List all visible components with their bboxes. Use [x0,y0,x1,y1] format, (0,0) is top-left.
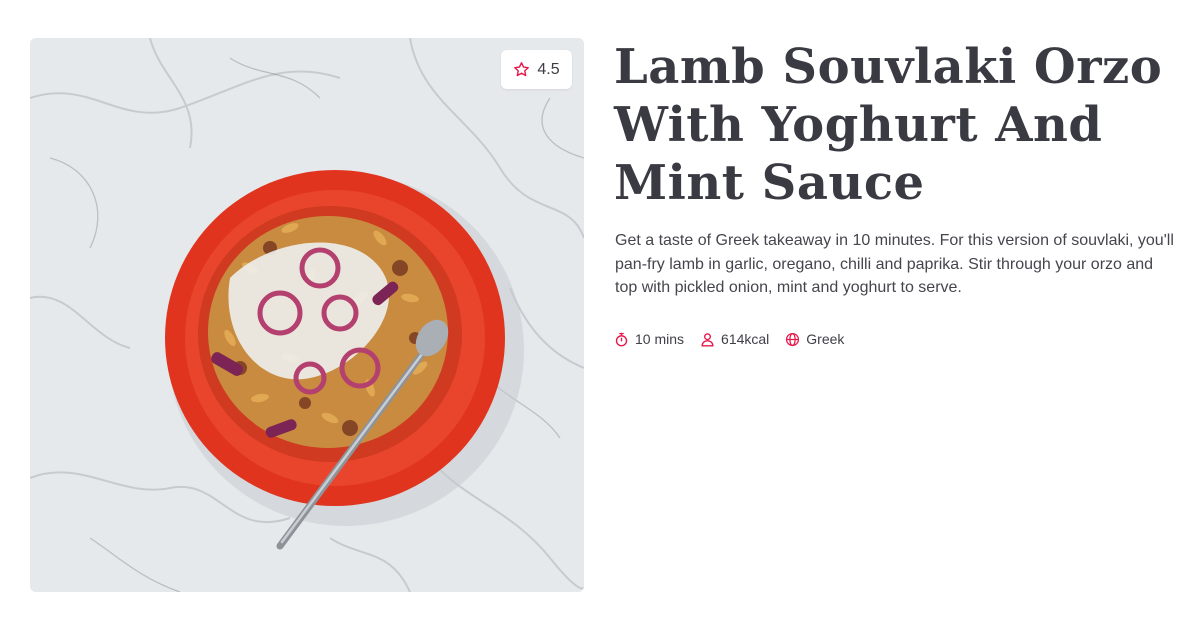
meta-calories: 614kcal [700,331,769,347]
recipe-image[interactable] [30,38,584,592]
recipe-photo-illustration [30,38,584,592]
rating-badge[interactable]: 4.5 [501,50,572,89]
meta-cuisine: Greek [785,331,844,347]
recipe-description: Get a taste of Greek takeaway in 10 minu… [615,232,1174,296]
globe-icon [785,332,800,347]
meta-cuisine-label: Greek [806,331,845,347]
rating-value: 4.5 [537,60,560,78]
person-icon [700,332,715,347]
star-outline-icon [513,61,530,78]
meta-time-label: 10 mins [635,331,685,347]
meta-time: 10 mins [614,331,684,347]
recipe-meta: 10 mins 614kcal Greek [614,331,844,347]
recipe-title: Lamb Souvlaki Orzo With Yoghurt And Mint… [614,39,1163,211]
stopwatch-icon [614,332,629,347]
meta-calories-label: 614kcal [721,331,770,347]
